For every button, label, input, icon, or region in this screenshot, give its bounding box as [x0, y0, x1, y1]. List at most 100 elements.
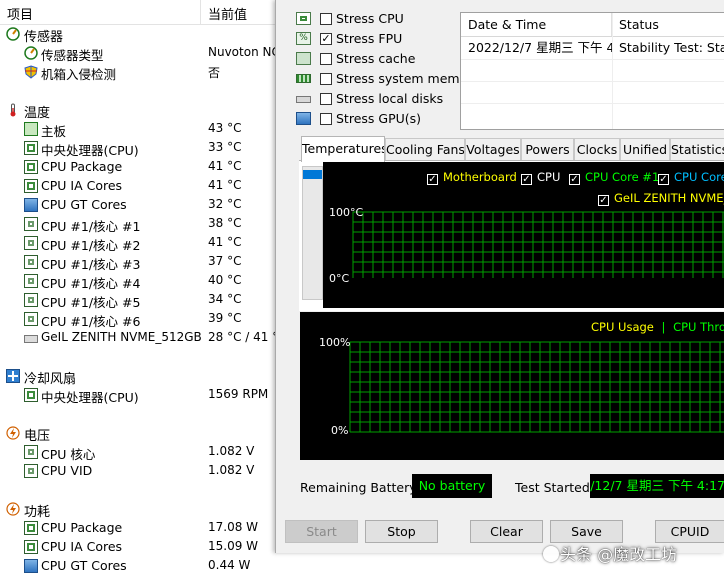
tab-unified[interactable]: Unified [620, 138, 670, 160]
cpu-chip-icon [24, 179, 38, 193]
row-value: 43 °C [208, 121, 242, 135]
tree-row[interactable]: CPU GT Cores 0.44 W [0, 557, 282, 576]
tree-row[interactable]: CPU #1/核心 #2 41 °C [0, 234, 282, 253]
stress-memory-label: Stress system memory [336, 71, 480, 86]
row-value: 41 °C [208, 235, 242, 249]
stress-disks-checkbox[interactable] [320, 93, 332, 105]
tree-row[interactable]: 中央处理器(CPU) 33 °C [0, 139, 282, 158]
legend-checkbox[interactable]: ✓ [521, 174, 532, 185]
cpu-core-icon [24, 274, 38, 288]
stress-cache-checkbox[interactable] [320, 53, 332, 65]
test-log-list[interactable]: Date & Time Status 2022/12/7 星期三 下午 4...… [460, 12, 724, 130]
group-label: 功耗 [24, 505, 51, 520]
cpu-chip-icon [24, 521, 38, 535]
tree-row[interactable]: 机箱入侵检测 否 [0, 63, 282, 82]
column-header: 项目 当前值 [0, 0, 282, 25]
stop-button[interactable]: Stop [365, 520, 438, 543]
tree-row[interactable]: CPU GT Cores 32 °C [0, 196, 282, 215]
log-gridline [461, 103, 724, 104]
scrollbar-thumb[interactable] [303, 170, 322, 179]
save-button[interactable]: Save [550, 520, 623, 543]
group-temperature[interactable]: 温度 [0, 101, 282, 121]
memory-module-icon [296, 74, 311, 83]
tab-voltages[interactable]: Voltages [465, 138, 521, 160]
tab-cooling-fans[interactable]: Cooling Fans [385, 138, 465, 160]
column-item-header[interactable]: 项目 [7, 4, 33, 23]
tree-row[interactable]: CPU #1/核心 #4 40 °C [0, 272, 282, 291]
legend-checkbox[interactable]: ✓ [427, 174, 438, 185]
tree-row[interactable]: CPU #1/核心 #1 38 °C [0, 215, 282, 234]
row-label: CPU IA Cores [41, 539, 123, 554]
cpu-chip-icon [24, 388, 38, 402]
legend-motherboard[interactable]: ✓ Motherboard [427, 170, 517, 185]
cpu-core-icon [24, 464, 38, 478]
sensor-select-scrollbar[interactable] [302, 166, 323, 300]
row-label: CPU IA Cores [41, 178, 123, 193]
stress-gpu-checkbox[interactable] [320, 113, 332, 125]
row-label: CPU #1/核心 #4 [41, 276, 141, 291]
tab-powers[interactable]: Powers [521, 138, 574, 160]
stress-disks-label: Stress local disks [336, 91, 444, 106]
tree-row[interactable]: CPU IA Cores 41 °C [0, 177, 282, 196]
stress-cpu-checkbox[interactable] [320, 13, 332, 25]
temp-axis-min-label: 0°C [329, 272, 350, 285]
log-status-header[interactable]: Status [612, 13, 724, 37]
group-label: 冷却风扇 [24, 372, 77, 387]
tree-row[interactable]: CPU Package 41 °C [0, 158, 282, 177]
cpu-usage-chart: CPU Usage | CPU Throttli 100% 0% [300, 312, 724, 460]
tab-statistics[interactable]: Statistics [670, 138, 724, 160]
tree-row[interactable]: CPU #1/核心 #5 34 °C [0, 291, 282, 310]
log-gridline [612, 13, 613, 129]
log-datetime-header[interactable]: Date & Time [461, 13, 612, 37]
cpu-chip-icon [24, 540, 38, 554]
gpu-monitor-icon [24, 559, 38, 573]
log-row-status[interactable]: Stability Test: Started [612, 37, 724, 59]
row-label: CPU GT Cores [41, 197, 127, 212]
tree-row[interactable]: CPU 核心 1.082 V [0, 443, 282, 462]
voltage-bolt-icon [6, 426, 20, 440]
row-label: CPU #1/核心 #3 [41, 257, 141, 272]
tab-clocks[interactable]: Clocks [574, 138, 620, 160]
log-row-datetime[interactable]: 2022/12/7 星期三 下午 4... [461, 37, 612, 59]
column-value-header[interactable]: 当前值 [208, 4, 247, 23]
row-label: CPU #1/核心 #2 [41, 238, 141, 253]
stress-memory-checkbox[interactable] [320, 73, 332, 85]
legend-cpu-core[interactable]: ✓ CPU Core [658, 170, 724, 185]
tree-row[interactable]: 主板 43 °C [0, 120, 282, 139]
temperature-chart: ✓ Motherboard ✓ CPU ✓ CPU Core #1 ✓ CPU Core… [323, 162, 724, 308]
legend-geil-nvme[interactable]: ✓ GeIL ZENITH NVME_51 [598, 191, 724, 206]
cpu-core-icon [24, 255, 38, 269]
legend-checkbox[interactable]: ✓ [569, 174, 580, 185]
tree-row[interactable]: CPU IA Cores 15.09 W [0, 538, 282, 557]
tree-row[interactable]: CPU VID 1.082 V [0, 462, 282, 481]
sensor-gauge-icon [6, 27, 20, 41]
group-sensor[interactable]: 传感器 [0, 25, 282, 45]
legend-cpu[interactable]: ✓ CPU [521, 170, 560, 185]
row-label: CPU #1/核心 #5 [41, 295, 141, 310]
legend-checkbox[interactable]: ✓ [598, 195, 609, 206]
tree-row[interactable]: CPU Package 17.08 W [0, 519, 282, 538]
group-power[interactable]: 功耗 [0, 500, 282, 520]
stress-fpu-checkbox[interactable]: ✓ [320, 33, 332, 45]
legend-label: CPU [537, 170, 561, 184]
row-value: 32 °C [208, 197, 242, 211]
tree-row[interactable]: CPU #1/核心 #6 39 °C [0, 310, 282, 329]
legend-checkbox[interactable]: ✓ [658, 174, 669, 185]
clear-button[interactable]: Clear [470, 520, 543, 543]
tab-temperatures[interactable]: Temperatures [301, 136, 385, 162]
thermometer-icon [10, 103, 16, 117]
row-label: CPU 核心 [41, 447, 96, 462]
group-cooling-fans[interactable]: 冷却风扇 [0, 367, 282, 387]
stability-test-window: Stress CPU % ✓ Stress FPU Stress cache S… [275, 0, 724, 553]
tree-row[interactable]: 传感器类型 Nuvoton NC [0, 44, 282, 63]
sensor-tree[interactable]: 项目 当前值 传感器 传感器类型 Nuvoton NC 机箱入侵检测 否 温度 … [0, 0, 282, 581]
group-voltage[interactable]: 电压 [0, 424, 282, 444]
start-button[interactable]: Start [285, 520, 358, 543]
tree-row[interactable]: 中央处理器(CPU) 1569 RPM [0, 386, 282, 405]
tree-row[interactable]: GeIL ZENITH NVME_512GB 28 °C / 41 °C [0, 329, 282, 348]
tree-row[interactable]: CPU #1/核心 #3 37 °C [0, 253, 282, 272]
legend-cpu-core-1[interactable]: ✓ CPU Core #1 [569, 170, 659, 185]
cpuid-button[interactable]: CPUID [655, 520, 724, 543]
column-divider[interactable] [200, 0, 201, 24]
log-gridline [461, 59, 724, 60]
